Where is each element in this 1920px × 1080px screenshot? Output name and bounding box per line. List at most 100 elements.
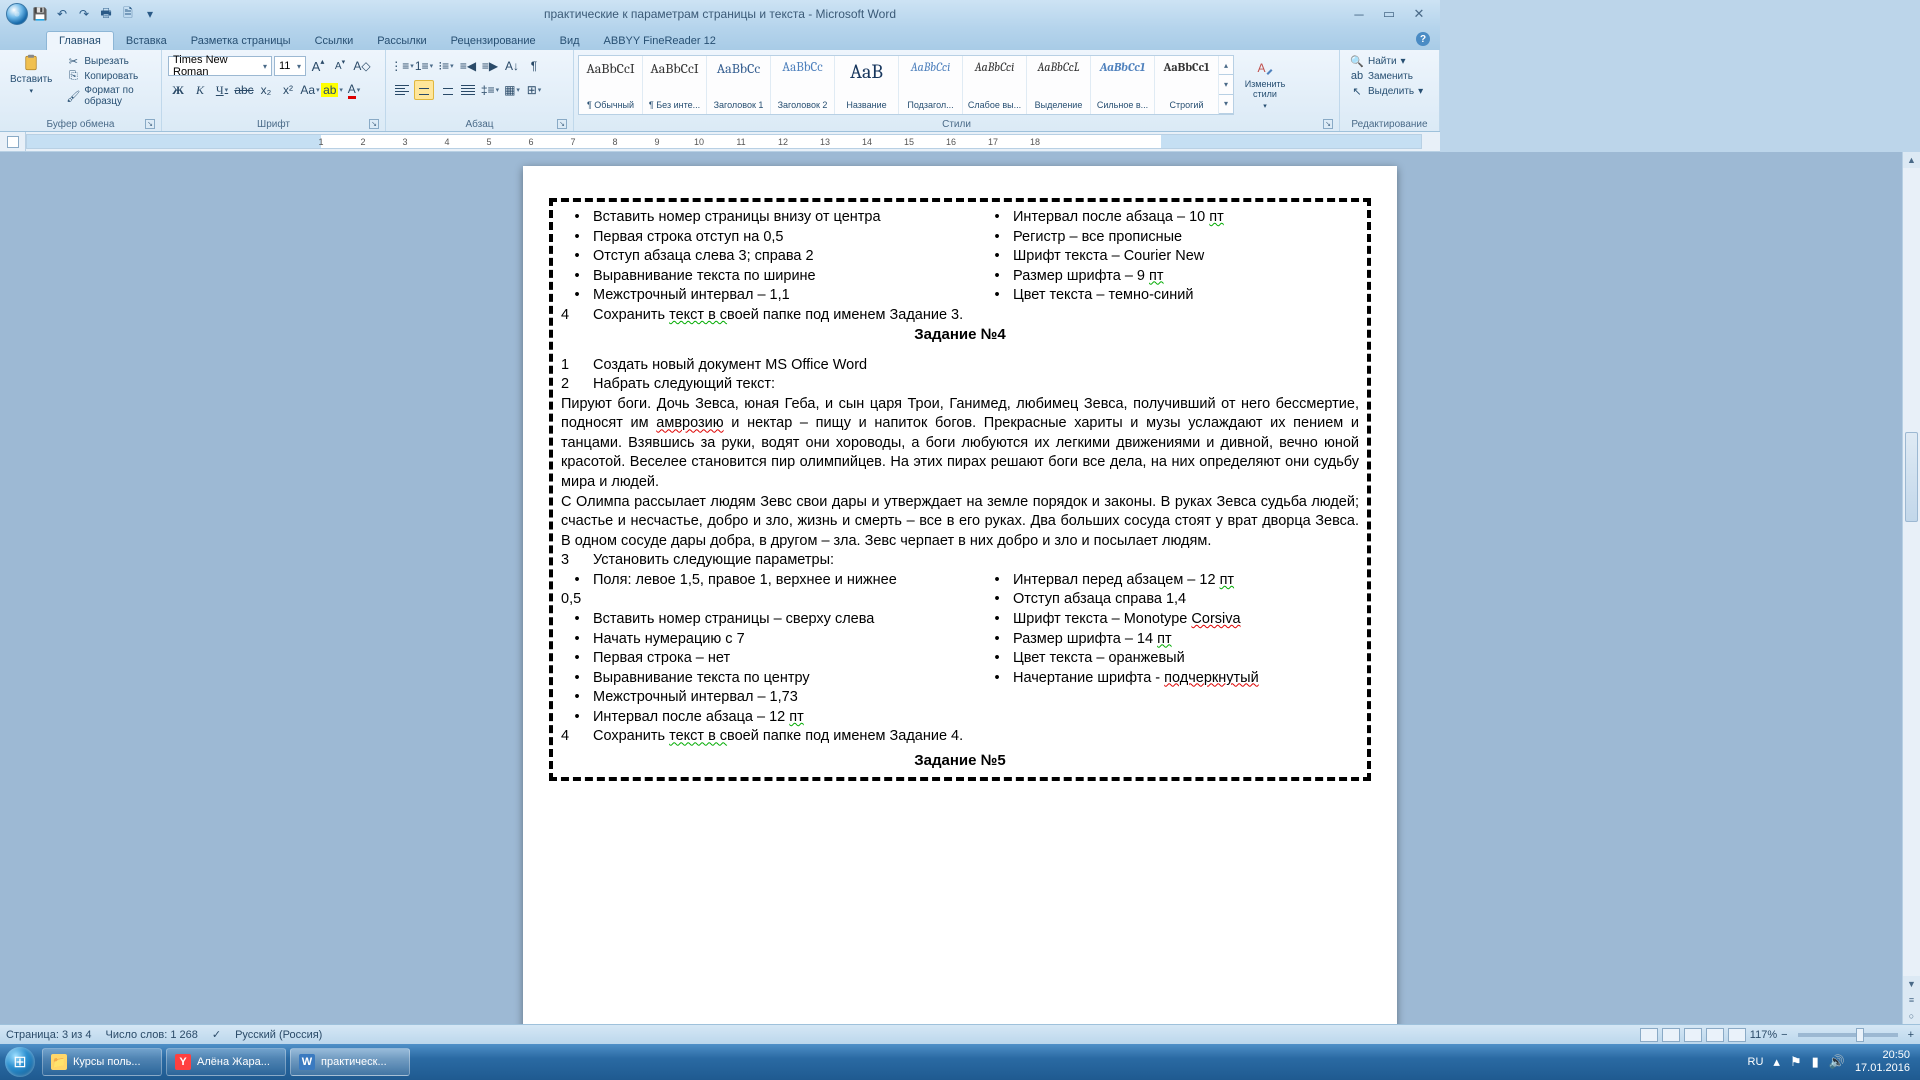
select-button[interactable]: ↖Выделить ▾ bbox=[1348, 84, 1425, 98]
tab-references[interactable]: Ссылки bbox=[303, 32, 366, 50]
align-center-button[interactable] bbox=[414, 80, 434, 100]
show-marks-button[interactable]: ¶ bbox=[524, 56, 544, 76]
style-strong[interactable]: AaBbCc1Строгий bbox=[1155, 56, 1219, 114]
bullets-button[interactable]: ⋮≡ bbox=[392, 56, 412, 76]
scroll-thumb[interactable] bbox=[1905, 432, 1918, 522]
zoom-in-button[interactable]: + bbox=[1908, 1029, 1914, 1041]
clear-format-button[interactable]: A◇ bbox=[352, 56, 372, 76]
undo-icon[interactable]: ↶ bbox=[52, 4, 72, 24]
shrink-font-button[interactable]: A▾ bbox=[330, 56, 350, 76]
find-button[interactable]: 🔍Найти ▾ bbox=[1348, 54, 1425, 68]
borders-button[interactable]: ⊞ bbox=[524, 80, 544, 100]
prev-page-icon[interactable]: ≡ bbox=[1903, 992, 1920, 1008]
format-painter-button[interactable]: 🖌Формат по образцу bbox=[64, 84, 153, 108]
style-subtitle[interactable]: AaBbCciПодзагол... bbox=[899, 56, 963, 114]
start-button[interactable] bbox=[0, 1044, 40, 1080]
tab-mailings[interactable]: Рассылки bbox=[365, 32, 438, 50]
numbering-button[interactable]: 1≡ bbox=[414, 56, 434, 76]
italic-button[interactable]: К bbox=[190, 80, 210, 100]
zoom-out-button[interactable]: − bbox=[1781, 1029, 1787, 1041]
superscript-button[interactable]: x² bbox=[278, 80, 298, 100]
qat-more-icon[interactable]: ▾ bbox=[140, 4, 160, 24]
tray-language[interactable]: RU bbox=[1748, 1056, 1764, 1068]
style-no-spacing[interactable]: AaBbCcI¶ Без инте... bbox=[643, 56, 707, 114]
browse-object-icon[interactable]: ○ bbox=[1903, 1008, 1920, 1024]
style-intense[interactable]: AaBbCc1Сильное в... bbox=[1091, 56, 1155, 114]
clipboard-launcher[interactable]: ↘ bbox=[145, 119, 155, 129]
network-icon[interactable]: ▮ bbox=[1812, 1054, 1819, 1070]
underline-button[interactable]: Ч bbox=[212, 80, 232, 100]
chevron-up-icon[interactable]: ▴ bbox=[1773, 1054, 1780, 1070]
font-color-button[interactable]: A bbox=[344, 80, 364, 100]
tray-clock[interactable]: 20:50 17.01.2016 bbox=[1855, 1049, 1910, 1075]
taskbar-item-explorer[interactable]: 📁Курсы поль... bbox=[42, 1048, 162, 1076]
zoom-level[interactable]: 117% bbox=[1750, 1029, 1777, 1041]
styles-launcher[interactable]: ↘ bbox=[1323, 119, 1333, 129]
line-spacing-button[interactable]: ‡≡ bbox=[480, 80, 500, 100]
style-heading1[interactable]: AaBbCcЗаголовок 1 bbox=[707, 56, 771, 114]
vertical-scrollbar[interactable]: ▲ ▼ ≡ ○ ≡ bbox=[1902, 152, 1920, 1040]
view-full-screen[interactable] bbox=[1662, 1028, 1680, 1042]
status-proofing-icon[interactable]: ✓ bbox=[212, 1028, 221, 1041]
scroll-down-icon[interactable]: ▼ bbox=[1903, 976, 1920, 992]
style-heading2[interactable]: AaBbCcЗаголовок 2 bbox=[771, 56, 835, 114]
tab-insert[interactable]: Вставка bbox=[114, 32, 179, 50]
bold-button[interactable]: Ж bbox=[168, 80, 188, 100]
change-case-button[interactable]: Aa bbox=[300, 80, 320, 100]
change-styles-button[interactable]: A Изменить стили▾ bbox=[1236, 58, 1294, 112]
scroll-up-icon[interactable]: ▲ bbox=[1903, 152, 1920, 168]
horizontal-ruler[interactable]: 123456789101112131415161718 bbox=[26, 134, 1422, 149]
volume-icon[interactable]: 🔊 bbox=[1829, 1054, 1845, 1070]
paragraph-launcher[interactable]: ↘ bbox=[557, 119, 567, 129]
view-outline[interactable] bbox=[1706, 1028, 1724, 1042]
grow-font-button[interactable]: A▴ bbox=[308, 56, 328, 76]
replace-button[interactable]: abЗаменить bbox=[1348, 69, 1425, 83]
align-justify-button[interactable] bbox=[458, 80, 478, 100]
document-area[interactable]: Вставить номер страницы внизу от центра … bbox=[0, 152, 1920, 1058]
ruler-toggle[interactable] bbox=[0, 132, 26, 151]
view-draft[interactable] bbox=[1728, 1028, 1746, 1042]
status-page[interactable]: Страница: 3 из 4 bbox=[6, 1029, 92, 1041]
cut-button[interactable]: ✂Вырезать bbox=[64, 54, 153, 68]
office-button[interactable] bbox=[6, 3, 28, 25]
tab-view[interactable]: Вид bbox=[548, 32, 592, 50]
style-emph[interactable]: AaBbCcLВыделение bbox=[1027, 56, 1091, 114]
font-launcher[interactable]: ↘ bbox=[369, 119, 379, 129]
sort-button[interactable]: A↓ bbox=[502, 56, 522, 76]
view-web-layout[interactable] bbox=[1684, 1028, 1702, 1042]
print-preview-icon[interactable]: 🗎 bbox=[118, 4, 138, 24]
status-language[interactable]: Русский (Россия) bbox=[235, 1029, 322, 1041]
status-words[interactable]: Число слов: 1 268 bbox=[106, 1029, 198, 1041]
maximize-button[interactable]: ▭ bbox=[1378, 6, 1400, 22]
style-subtle-emph[interactable]: AaBbCciСлабое вы... bbox=[963, 56, 1027, 114]
minimize-button[interactable]: ─ bbox=[1348, 6, 1370, 22]
strike-button[interactable]: abc bbox=[234, 80, 254, 100]
highlight-button[interactable]: ab bbox=[322, 80, 342, 100]
style-title[interactable]: AaBНазвание bbox=[835, 56, 899, 114]
tab-home[interactable]: Главная bbox=[46, 31, 114, 50]
view-print-layout[interactable] bbox=[1640, 1028, 1658, 1042]
redo-icon[interactable]: ↷ bbox=[74, 4, 94, 24]
subscript-button[interactable]: x₂ bbox=[256, 80, 276, 100]
tab-page-layout[interactable]: Разметка страницы bbox=[179, 32, 303, 50]
indent-dec-button[interactable]: ≡◀ bbox=[458, 56, 478, 76]
text-frame[interactable]: Вставить номер страницы внизу от центра … bbox=[549, 198, 1371, 781]
font-size-combo[interactable]: 11▾ bbox=[274, 56, 306, 76]
paste-button[interactable]: Вставить ▾ bbox=[4, 52, 58, 97]
help-icon[interactable]: ? bbox=[1416, 32, 1430, 46]
styles-scroll[interactable]: ▴▾▾ bbox=[1219, 56, 1233, 114]
align-left-button[interactable] bbox=[392, 80, 412, 100]
tab-review[interactable]: Рецензирование bbox=[439, 32, 548, 50]
zoom-slider[interactable] bbox=[1798, 1033, 1898, 1037]
save-icon[interactable]: 💾 bbox=[30, 4, 50, 24]
indent-inc-button[interactable]: ≡▶ bbox=[480, 56, 500, 76]
multilevel-button[interactable]: ⁝≡ bbox=[436, 56, 456, 76]
style-normal[interactable]: AaBbCcI¶ Обычный bbox=[579, 56, 643, 114]
tab-abbyy[interactable]: ABBYY FineReader 12 bbox=[592, 32, 728, 50]
close-button[interactable]: ✕ bbox=[1408, 6, 1430, 22]
font-name-combo[interactable]: Times New Roman▾ bbox=[168, 56, 272, 76]
copy-button[interactable]: ⎘Копировать bbox=[64, 69, 153, 83]
flag-icon[interactable]: ⚑ bbox=[1790, 1054, 1802, 1070]
taskbar-item-word[interactable]: Wпрактическ... bbox=[290, 1048, 410, 1076]
shading-button[interactable]: ▦ bbox=[502, 80, 522, 100]
